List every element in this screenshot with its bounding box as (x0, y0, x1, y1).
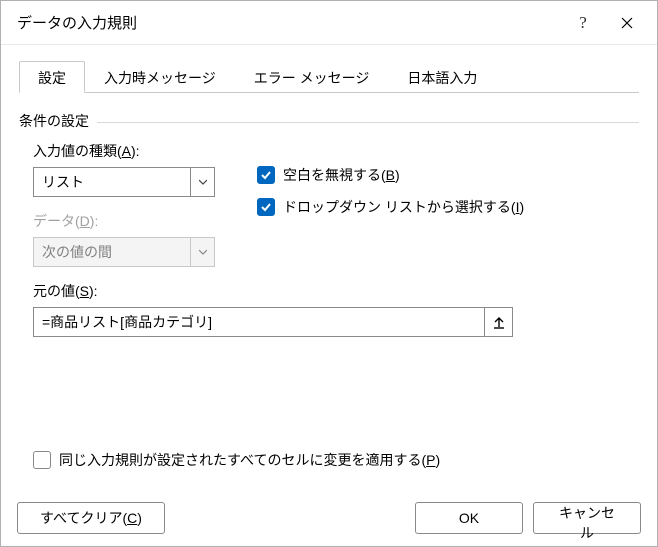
check-icon (260, 169, 272, 181)
ignore-blank-checkbox[interactable]: 空白を無視する(B) (257, 165, 524, 185)
help-button[interactable]: ? (561, 1, 605, 45)
allow-combo-value: リスト (34, 168, 190, 196)
close-button[interactable] (605, 1, 649, 45)
button-bar: すべてクリア(C) OK キャンセル (1, 490, 657, 546)
allow-label: 入力値の種類(A): (33, 141, 233, 161)
criteria-group: 条件の設定 入力値の種類(A): リスト データ(D): (19, 111, 639, 337)
source-input[interactable] (34, 308, 484, 336)
groupbox-line (97, 122, 639, 123)
tab-settings[interactable]: 設定 (19, 61, 85, 93)
tab-error-alert[interactable]: エラー メッセージ (235, 61, 389, 93)
cancel-button[interactable]: キャンセル (533, 502, 641, 534)
collapse-dialog-button[interactable] (484, 308, 512, 336)
chevron-down-icon (199, 248, 207, 256)
clear-all-button[interactable]: すべてクリア(C) (17, 502, 165, 534)
allow-combo-button[interactable] (190, 168, 214, 196)
criteria-legend: 条件の設定 (19, 111, 89, 131)
source-label: 元の値(S): (33, 281, 635, 301)
source-input-wrap (33, 307, 513, 337)
checkbox-box (257, 166, 275, 184)
range-select-icon (492, 315, 506, 329)
tab-input-message[interactable]: 入力時メッセージ (85, 61, 235, 93)
checkbox-box (33, 451, 51, 469)
data-combo-value: 次の値の間 (34, 238, 190, 266)
in-cell-dropdown-label: ドロップダウン リストから選択する(I) (283, 197, 524, 217)
check-icon (260, 201, 272, 213)
ignore-blank-label: 空白を無視する(B) (283, 165, 400, 185)
apply-all-label: 同じ入力規則が設定されたすべてのセルに変更を適用する(P) (59, 450, 440, 470)
apply-all-checkbox[interactable]: 同じ入力規則が設定されたすべてのセルに変更を適用する(P) (33, 450, 440, 470)
in-cell-dropdown-checkbox[interactable]: ドロップダウン リストから選択する(I) (257, 197, 524, 217)
ok-button[interactable]: OK (415, 502, 523, 534)
data-combo: 次の値の間 (33, 237, 215, 267)
chevron-down-icon (199, 178, 207, 186)
tab-ime[interactable]: 日本語入力 (388, 61, 496, 93)
dialog-title: データの入力規則 (17, 12, 561, 33)
data-label: データ(D): (33, 211, 233, 231)
close-icon (621, 17, 633, 29)
checkbox-box (257, 198, 275, 216)
data-combo-button (190, 238, 214, 266)
tab-strip: 設定 入力時メッセージ エラー メッセージ 日本語入力 (19, 61, 639, 93)
title-bar: データの入力規則 ? (1, 1, 657, 45)
allow-combo[interactable]: リスト (33, 167, 215, 197)
content-area: 設定 入力時メッセージ エラー メッセージ 日本語入力 条件の設定 入力値の種類… (1, 45, 657, 337)
